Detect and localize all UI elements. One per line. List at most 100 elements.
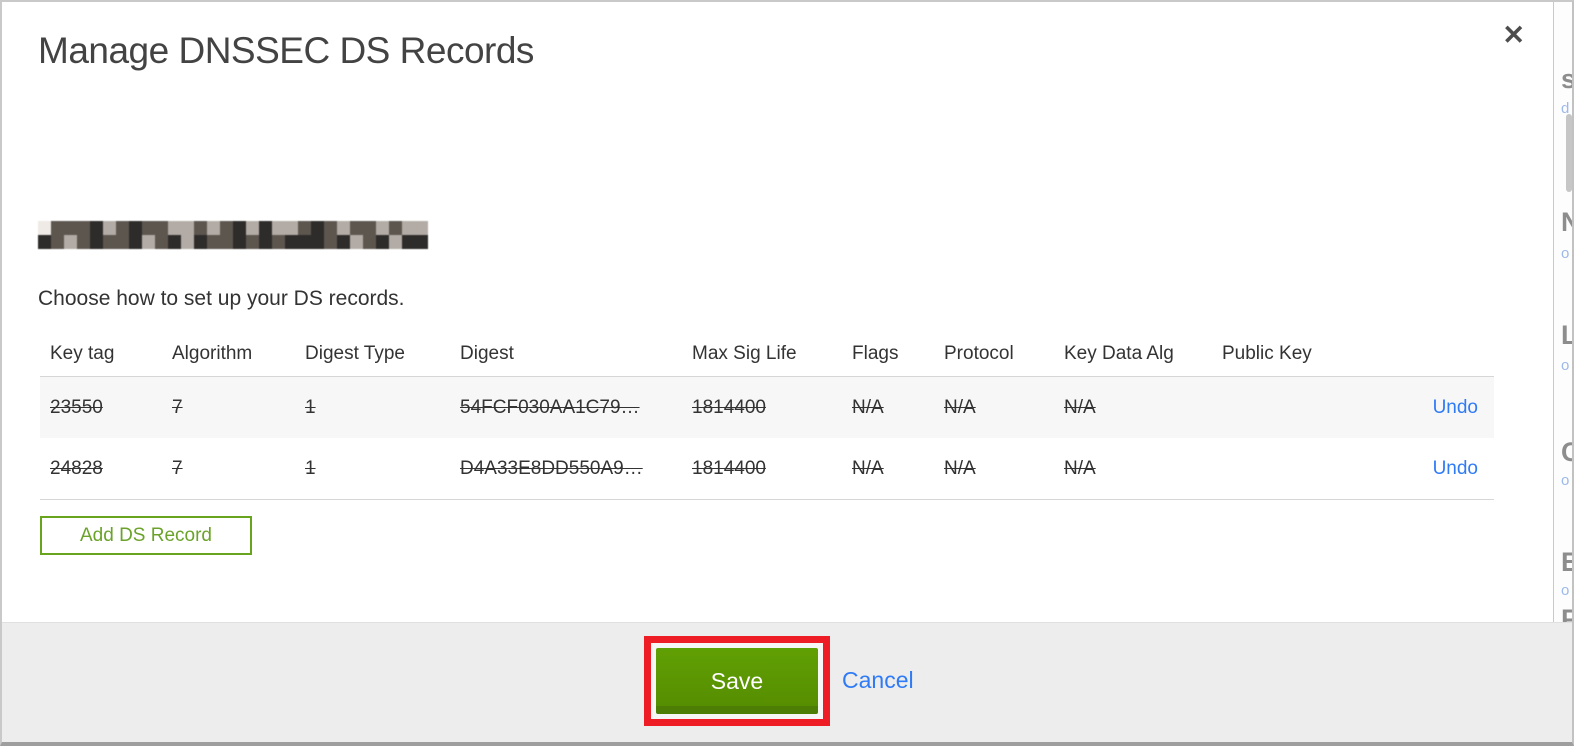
redaction-pixel: [259, 221, 272, 235]
redaction-pixel: [38, 235, 51, 249]
table-row: 23550 7 1 54FCF030AA1C79… 1814400 N/A N/…: [40, 376, 1494, 438]
background-text-fragment: o: [1561, 245, 1570, 262]
background-text-fragment: P: [1561, 604, 1572, 622]
redaction-pixel: [376, 235, 389, 249]
redaction-pixel: [168, 221, 181, 235]
redaction-pixel: [142, 221, 155, 235]
save-button[interactable]: Save: [656, 648, 818, 714]
column-header-digest-type: Digest Type: [305, 343, 405, 364]
redaction-pixel: [90, 221, 103, 235]
cell-protocol: N/A: [944, 396, 976, 418]
cell-key-data-alg: N/A: [1064, 457, 1096, 479]
redaction-pixel: [363, 221, 376, 235]
column-header-max-sig-life: Max Sig Life: [692, 343, 797, 364]
redaction-pixel: [259, 235, 272, 249]
modal-top-region: Manage DNSSEC DS Records ✕ Choose how to…: [2, 2, 1572, 622]
redaction-pixel: [64, 235, 77, 249]
cell-action: Undo: [1402, 458, 1494, 480]
column-header-digest: Digest: [460, 343, 514, 364]
cell-max-sig-life: 1814400: [692, 396, 766, 418]
cell-flags: N/A: [852, 457, 884, 479]
redaction-pixel: [77, 221, 90, 235]
redaction-pixel: [168, 235, 181, 249]
dnssec-modal: Manage DNSSEC DS Records ✕ Choose how to…: [2, 2, 1553, 622]
background-page-sliver: sdNoLoCoEoP: [1553, 2, 1572, 622]
redaction-pixel: [389, 221, 402, 235]
redaction-pixel: [103, 235, 116, 249]
redaction-pixel: [233, 221, 246, 235]
redaction-pixel: [181, 235, 194, 249]
background-text-fragment: d: [1561, 100, 1570, 117]
redaction-pixel: [64, 221, 77, 235]
redaction-pixel: [116, 235, 129, 249]
column-header-key-data-alg: Key Data Alg: [1064, 343, 1174, 364]
redaction-pixel: [402, 235, 415, 249]
cell-max-sig-life: 1814400: [692, 457, 766, 479]
modal-footer: Save Cancel: [2, 622, 1572, 742]
redaction-pixel: [129, 235, 142, 249]
redaction-pixel: [220, 221, 233, 235]
cell-action: Undo: [1402, 397, 1494, 419]
domain-name-redacted: [38, 221, 428, 249]
background-text-fragment: o: [1561, 582, 1570, 599]
undo-link[interactable]: Undo: [1433, 397, 1478, 418]
cell-key-tag: 23550: [50, 396, 103, 418]
cancel-link[interactable]: Cancel: [842, 667, 914, 694]
add-ds-record-button[interactable]: Add DS Record: [40, 516, 252, 555]
table-header-row: Key tag Algorithm Digest Type Digest Max…: [40, 332, 1494, 376]
cell-protocol: N/A: [944, 457, 976, 479]
redaction-pixel: [116, 221, 129, 235]
background-text-fragment: N: [1561, 207, 1572, 238]
cell-digest-type: 1: [305, 396, 316, 418]
redaction-pixel: [324, 221, 337, 235]
background-text-fragment: C: [1561, 437, 1572, 468]
redaction-pixel: [246, 235, 259, 249]
cell-digest: D4A33E8DD550A9…: [460, 457, 643, 479]
background-text-fragment: E: [1561, 547, 1572, 578]
redaction-pixel: [285, 221, 298, 235]
redaction-pixel: [285, 235, 298, 249]
scrollbar-thumb[interactable]: [1566, 114, 1572, 192]
cell-key-data-alg: N/A: [1064, 396, 1096, 418]
background-text-fragment: L: [1561, 320, 1572, 351]
redaction-pixel: [298, 221, 311, 235]
undo-link[interactable]: Undo: [1433, 458, 1478, 479]
redaction-pixel: [220, 235, 233, 249]
redaction-pixel: [246, 221, 259, 235]
redaction-pixel: [103, 221, 116, 235]
page-title: Manage DNSSEC DS Records: [38, 30, 534, 71]
ds-records-table: Key tag Algorithm Digest Type Digest Max…: [40, 332, 1494, 500]
redaction-pixel: [129, 221, 142, 235]
redaction-pixel: [77, 235, 90, 249]
cell-algorithm: 7: [172, 457, 183, 479]
redaction-pixel: [415, 235, 428, 249]
cell-key-tag: 24828: [50, 457, 103, 479]
redaction-pixel: [90, 235, 103, 249]
redaction-pixel: [402, 221, 415, 235]
redaction-pixel: [389, 235, 402, 249]
redaction-pixel: [233, 235, 246, 249]
redaction-pixel: [194, 235, 207, 249]
screenshot-frame: Manage DNSSEC DS Records ✕ Choose how to…: [0, 0, 1574, 746]
redaction-pixel: [311, 221, 324, 235]
redaction-pixel: [207, 235, 220, 249]
cell-digest-type: 1: [305, 457, 316, 479]
column-header-key-tag: Key tag: [50, 343, 115, 364]
column-header-protocol: Protocol: [944, 343, 1014, 364]
description-text: Choose how to set up your DS records.: [38, 287, 405, 310]
redaction-pixel: [155, 235, 168, 249]
column-header-algorithm: Algorithm: [172, 343, 253, 364]
redaction-pixel: [311, 235, 324, 249]
cell-flags: N/A: [852, 396, 884, 418]
background-text-fragment: o: [1561, 357, 1570, 374]
redaction-pixel: [51, 221, 64, 235]
redaction-pixel: [298, 235, 311, 249]
redaction-pixel: [350, 221, 363, 235]
close-icon[interactable]: ✕: [1502, 22, 1525, 49]
redaction-pixel: [350, 235, 363, 249]
annotation-highlight-box: Save: [644, 636, 830, 726]
redaction-pixel: [142, 235, 155, 249]
redaction-pixel: [181, 221, 194, 235]
redaction-pixel: [194, 221, 207, 235]
redaction-pixel: [272, 235, 285, 249]
